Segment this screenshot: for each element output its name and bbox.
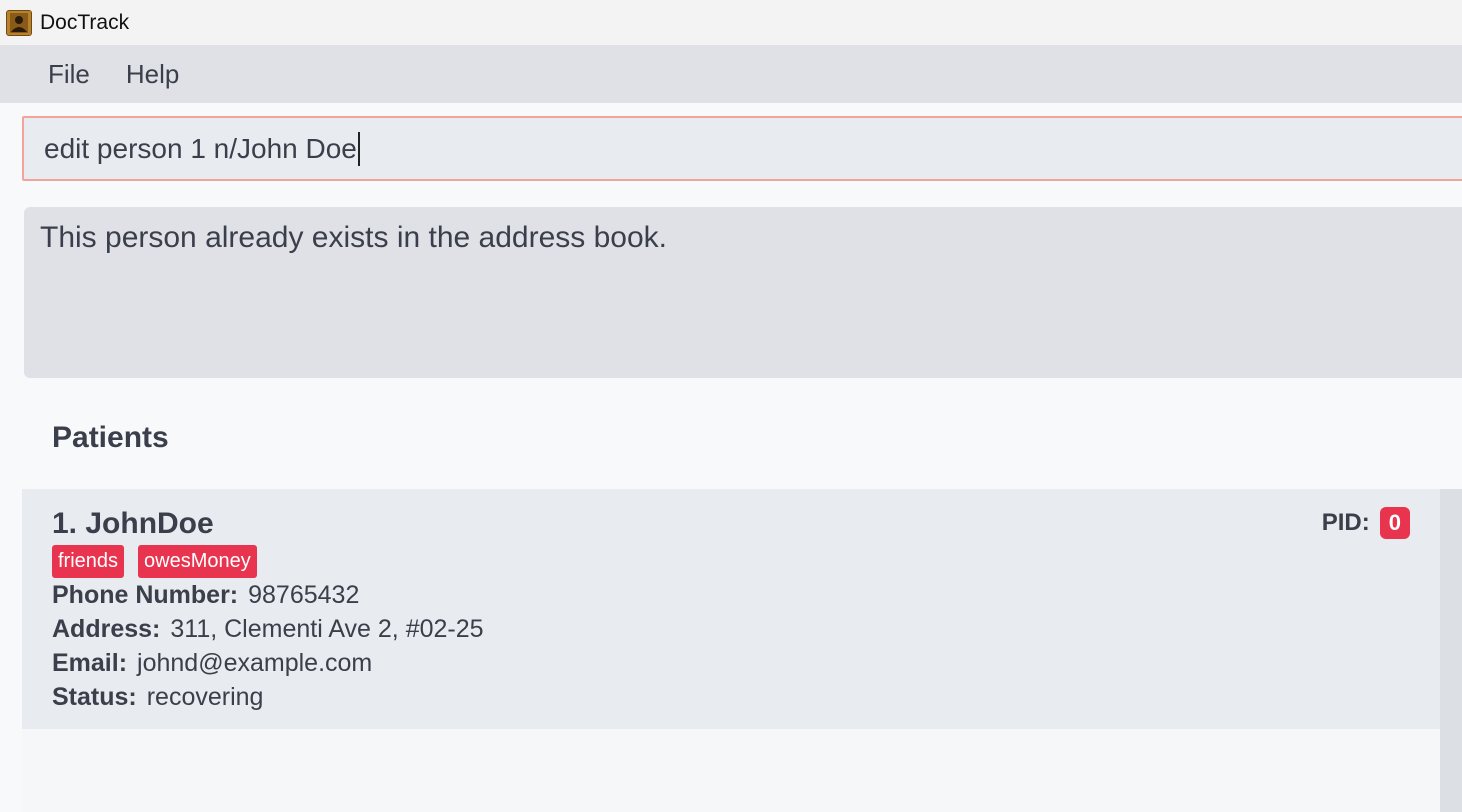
result-message: This person already exists in the addres… [40, 221, 667, 254]
address-book-icon [6, 9, 32, 36]
email-label: Email: [52, 649, 128, 677]
tag-owes-money: owesMoney [138, 545, 257, 578]
menu-bar: File Help [0, 45, 1462, 103]
menu-file[interactable]: File [30, 59, 108, 90]
address-label: Address: [52, 615, 161, 643]
pid-label: PID: [1321, 509, 1370, 536]
phone-value: 98765432 [248, 581, 360, 609]
status-label: Status: [52, 683, 137, 711]
person-name: 1. JohnDoe [52, 507, 214, 540]
menu-help[interactable]: Help [108, 59, 197, 90]
email-field: Email: johnd@example.com [52, 649, 372, 678]
panel-title: Patients [52, 421, 169, 454]
person-card[interactable]: 1. JohnDoe PID: 0 friends owesMoney Phon… [22, 489, 1440, 729]
result-display: This person already exists in the addres… [24, 207, 1462, 378]
command-input-text[interactable]: edit person 1 n/John Doe [44, 133, 357, 165]
tag-list: friends owesMoney [52, 545, 257, 578]
window-title: DocTrack [40, 10, 130, 34]
email-value: johnd@example.com [137, 649, 373, 677]
list-scrollbar[interactable] [1440, 489, 1462, 812]
pid-badge: 0 [1379, 507, 1410, 539]
phone-field: Phone Number: 98765432 [52, 581, 359, 610]
main-content: edit person 1 n/John Doe This person alr… [0, 103, 1462, 812]
command-input[interactable]: edit person 1 n/John Doe [22, 116, 1462, 181]
status-field: Status: recovering [52, 683, 263, 712]
pid-section: PID: 0 [1322, 507, 1410, 539]
person-list[interactable]: 1. JohnDoe PID: 0 friends owesMoney Phon… [22, 489, 1462, 812]
address-field: Address: 311, Clementi Ave 2, #02-25 [52, 615, 484, 644]
status-value: recovering [146, 683, 264, 711]
tag-friends: friends [52, 545, 125, 578]
phone-label: Phone Number: [52, 581, 239, 609]
text-caret [357, 131, 360, 166]
title-bar: DocTrack [0, 0, 1462, 45]
address-value: 311, Clementi Ave 2, #02-25 [170, 615, 484, 643]
